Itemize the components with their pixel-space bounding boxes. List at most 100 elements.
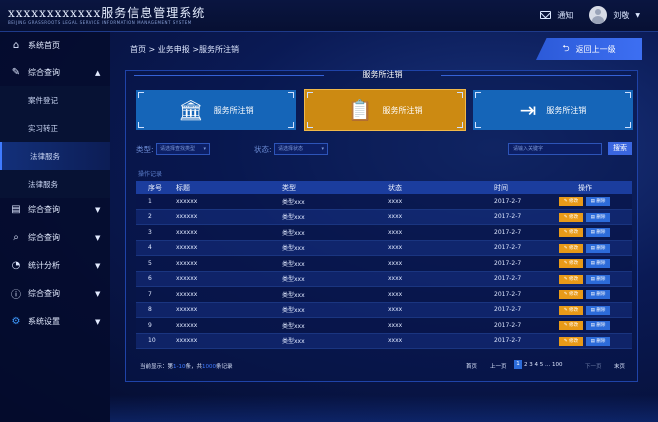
card-cancel-2[interactable]: 📋 服务所注销	[304, 89, 466, 131]
keyword-input[interactable]: 请输入关键字	[508, 143, 602, 155]
delete-button[interactable]: ▤ 删除	[586, 228, 610, 237]
sidebar-subitem-legal-active[interactable]: 法律服务	[0, 142, 110, 170]
col-header: 操作	[578, 183, 592, 192]
sidebar-item-label: 综合查询	[28, 233, 60, 242]
edit-button[interactable]: ✎ 修改	[559, 259, 583, 268]
table-cell: xxxx	[388, 290, 403, 298]
type-select[interactable]: 请选择查找类型 ▾	[156, 143, 210, 155]
table-cell: xxxxxx	[176, 228, 198, 236]
chevron-down-icon[interactable]: ▼	[635, 12, 640, 19]
building-icon: 🏛	[178, 98, 204, 122]
document-icon: ▤	[11, 204, 21, 215]
sidebar-item-query-3[interactable]: ⌕ 综合查询 ▼	[0, 224, 110, 251]
notice-link[interactable]: 通知	[557, 10, 573, 21]
exit-icon: ⇥	[519, 98, 537, 122]
card-label: 服务所注销	[382, 105, 423, 115]
sidebar-item-query-4[interactable]: ⓘ 综合查询 ▼	[0, 280, 110, 307]
pager-current[interactable]: 1	[514, 360, 522, 369]
card-cancel-3[interactable]: ⇥ 服务所注销	[473, 90, 633, 130]
back-button[interactable]: ⮌ 返回上一级	[536, 38, 642, 60]
delete-button[interactable]: ▤ 删除	[586, 321, 610, 330]
chevron-down-icon: ▼	[95, 233, 101, 242]
table-cell: xxxx	[388, 197, 403, 205]
edit-button[interactable]: ✎ 修改	[559, 290, 583, 299]
delete-button[interactable]: ▤ 删除	[586, 274, 610, 284]
sidebar-item-settings[interactable]: ⚙ 系统设置 ▼	[0, 308, 110, 335]
sidebar-subitem-legal[interactable]: 法律服务	[0, 170, 110, 198]
delete-button[interactable]: ▤ 删除	[586, 243, 610, 253]
delete-button[interactable]: ▤ 删除	[586, 336, 610, 346]
delete-button[interactable]: ▤ 删除	[586, 259, 610, 268]
pager-first[interactable]: 首页	[466, 362, 477, 370]
chevron-down-icon: ▼	[95, 289, 101, 298]
search-button[interactable]: 搜索	[608, 142, 632, 155]
card-label: 服务所注销	[213, 105, 254, 115]
status-label: 状态:	[254, 145, 272, 154]
pager-last[interactable]: 末页	[614, 362, 625, 370]
clipboard-icon: 📋	[347, 98, 373, 122]
edit-button[interactable]: ✎ 修改	[559, 321, 583, 330]
pager-next[interactable]: 下一页	[585, 362, 602, 370]
bottom-glow	[110, 395, 658, 422]
table-cell: xxxxxx	[176, 275, 198, 283]
table-header: 序号 标题 类型 状态 时间 操作	[136, 181, 632, 194]
summary-suffix: 条记录	[216, 364, 233, 370]
col-header: 时间	[494, 183, 508, 192]
edit-button[interactable]: ✎ 修改	[559, 228, 583, 237]
chevron-down-icon: ▼	[95, 317, 101, 326]
table-cell: xxxxxx	[176, 337, 198, 345]
sidebar-item-home[interactable]: ⌂ 系统首页	[0, 32, 110, 59]
delete-button[interactable]: ▤ 删除	[586, 197, 610, 206]
avatar[interactable]	[589, 6, 608, 24]
corner-bracket	[138, 122, 144, 128]
delete-button[interactable]: ▤ 删除	[586, 212, 610, 222]
edit-button[interactable]: ✎ 修改	[559, 336, 583, 346]
panel-title: 服务所注销	[362, 70, 403, 79]
user-name[interactable]: 刘敬	[613, 10, 629, 21]
app-subtitle: BEIJING GRASSROOTS LEGAL SERVICE INFORMA…	[8, 20, 192, 25]
table-cell: 类型xxx	[282, 214, 305, 222]
edit-button[interactable]: ✎ 修改	[559, 243, 583, 253]
app-window: xxxxxxxxxxxx服务信息管理系统 BEIJING GRASSROOTS …	[0, 0, 658, 422]
table-cell: 类型xxx	[282, 291, 305, 299]
table-cell: 类型xxx	[282, 276, 305, 284]
col-header: 状态	[388, 183, 402, 192]
table-cell: xxxxxx	[176, 290, 198, 298]
table-cell: 2017-2-7	[494, 228, 522, 236]
status-select[interactable]: 请选择状态 ▾	[274, 143, 328, 155]
table-row: 6 xxxxxx 类型xxx xxxx 2017-2-7 ✎ 修改 ▤ 删除	[136, 271, 632, 287]
delete-button[interactable]: ▤ 删除	[586, 290, 610, 299]
col-header: 标题	[176, 183, 190, 192]
breadcrumb[interactable]: 首页 > 业务申报 >服务所注销	[130, 44, 239, 55]
home-icon: ⌂	[12, 40, 20, 51]
app-title: xxxxxxxxxxxx服务信息管理系统	[8, 6, 206, 20]
table-cell: 2017-2-7	[494, 321, 522, 329]
sidebar-item-query[interactable]: ✎ 综合查询 ▲	[0, 59, 110, 86]
edit-button[interactable]: ✎ 修改	[559, 197, 583, 206]
pager-prev[interactable]: 上一页	[490, 362, 507, 370]
sidebar-subitem-intern[interactable]: 实习转正	[0, 114, 110, 142]
sidebar-item-stats[interactable]: ◔ 统计分析 ▼	[0, 252, 110, 279]
table-row: 10 xxxxxx 类型xxx xxxx 2017-2-7 ✎ 修改 ▤ 删除	[136, 333, 632, 349]
alert-icon: ⓘ	[11, 290, 21, 301]
edit-button[interactable]: ✎ 修改	[559, 212, 583, 222]
edit-button[interactable]: ✎ 修改	[559, 305, 583, 315]
table-row: 7 xxxxxx 类型xxx xxxx 2017-2-7 ✎ 修改 ▤ 删除	[136, 287, 632, 303]
chevron-down-icon: ▼	[95, 261, 101, 270]
table-cell: 2017-2-7	[494, 197, 522, 205]
sidebar-item-query-2[interactable]: ▤ 综合查询 ▼	[0, 196, 110, 223]
sidebar-subitem-case[interactable]: 案件登记	[0, 86, 110, 114]
table-cell: xxxx	[388, 259, 403, 267]
table-cell: 2017-2-7	[494, 244, 522, 252]
table-cell: xxxx	[388, 213, 403, 221]
pager-pages[interactable]: 2 3 4 5 ... 100	[524, 362, 562, 368]
card-cancel-1[interactable]: 🏛 服务所注销	[136, 90, 296, 130]
mail-icon[interactable]	[540, 11, 552, 19]
table-cell: 类型xxx	[282, 198, 305, 206]
delete-button[interactable]: ▤ 删除	[586, 305, 610, 315]
table-cell: xxxxxx	[176, 213, 198, 221]
back-arrow-icon: ⮌	[562, 44, 570, 54]
edit-button[interactable]: ✎ 修改	[559, 274, 583, 284]
sidebar-subitem-label: 法律服务	[30, 151, 60, 161]
search-doc-icon: ⌕	[13, 232, 19, 243]
